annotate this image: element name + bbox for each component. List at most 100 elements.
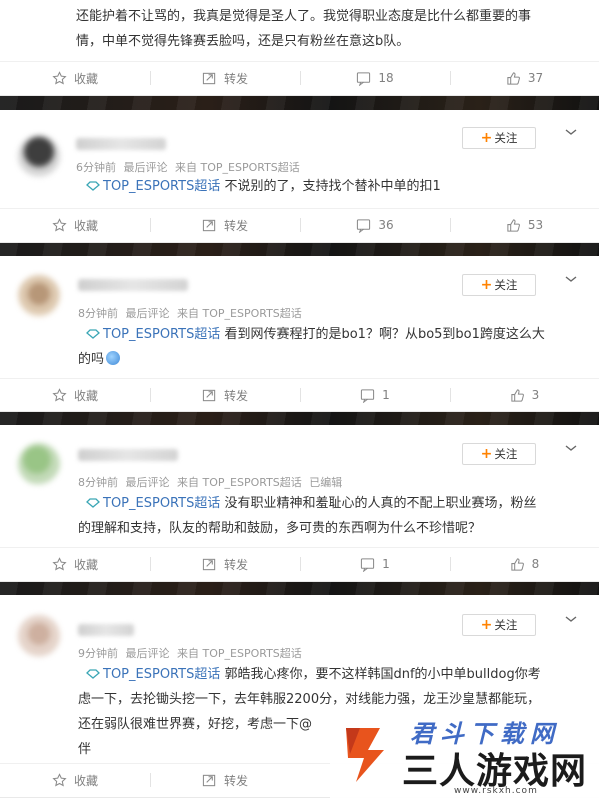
comment-count: 1 (382, 557, 390, 571)
avatar (18, 443, 60, 485)
follow-button[interactable]: + 关注 (462, 127, 536, 149)
post-source[interactable]: 来自 TOP_ESPORTS超话 (177, 476, 302, 489)
follow-label: 关注 (494, 131, 518, 145)
comment-icon (357, 218, 371, 233)
follow-button[interactable]: + 关注 (462, 443, 536, 465)
collect-button[interactable]: 收藏 (0, 763, 150, 797)
post-text-line: 虑一下，去抡锄头挖一下，去年韩服2200分，对线能力强，龙王沙皇慧都能玩， (78, 692, 541, 707)
star-icon (52, 772, 67, 786)
post-text-line: 不说别的了，支持找个替补中单的扣1 (220, 179, 441, 194)
chevron-down-icon[interactable] (564, 125, 578, 139)
emoji-icon (106, 351, 121, 365)
post-meta: 6分钟前 最后评论 来自 TOP_ESPORTS超话 (76, 159, 304, 175)
plus-icon: + (480, 617, 493, 633)
repost-icon (202, 389, 216, 401)
chevron-down-icon[interactable] (564, 612, 578, 626)
post-source[interactable]: 来自 TOP_ESPORTS超话 (177, 647, 302, 660)
post-time: 8分钟前 (78, 476, 118, 489)
post-source[interactable]: 来自 TOP_ESPORTS超话 (175, 161, 300, 174)
repost-icon (202, 72, 216, 84)
username-blurred (76, 138, 166, 150)
comment-count: 1 (382, 388, 390, 402)
plus-icon: + (480, 277, 493, 293)
username-blurred (78, 624, 134, 636)
topic-link[interactable]: TOP_ESPORTS超话 (103, 179, 220, 194)
last-comment-label: 最后评论 (123, 161, 168, 174)
like-count: 3 (531, 388, 540, 402)
topic-link[interactable]: TOP_ESPORTS超话 (103, 667, 220, 682)
collect-button[interactable]: 收藏 (0, 378, 150, 412)
background-strip (0, 243, 599, 256)
collect-button[interactable]: 收藏 (0, 208, 150, 242)
repost-label: 转发 (223, 388, 248, 403)
comment-button[interactable]: 1 (300, 378, 450, 412)
watermark: 君斗下载网 三人游戏网 www.rskxh.com (330, 712, 599, 798)
comment-button[interactable]: 36 (300, 208, 450, 242)
post-meta: 8分钟前 最后评论 来自 TOP_ESPORTS超话 (78, 305, 306, 321)
repost-label: 转发 (223, 773, 248, 788)
star-icon (52, 70, 67, 84)
repost-button[interactable]: 转发 (150, 208, 300, 242)
star-icon (52, 217, 67, 231)
background-strip (0, 96, 599, 110)
collect-button[interactable]: 收藏 (0, 61, 150, 95)
post-text-line: 郭皓我心疼你，要不这样韩国dnf的小中单bulldog你考 (220, 667, 541, 682)
repost-label: 转发 (223, 557, 248, 572)
post-time: 8分钟前 (78, 307, 118, 320)
comment-icon (361, 388, 375, 403)
last-comment-label: 最后评论 (125, 647, 170, 660)
comment-icon (361, 557, 375, 572)
collect-label: 收藏 (73, 557, 98, 572)
star-icon (52, 556, 67, 570)
repost-icon (202, 774, 216, 786)
plus-icon: + (480, 130, 493, 146)
like-button[interactable]: 8 (450, 547, 599, 581)
repost-label: 转发 (223, 71, 248, 86)
follow-label: 关注 (494, 278, 518, 292)
topic-link[interactable]: TOP_ESPORTS超话 (103, 496, 220, 511)
avatar (18, 275, 60, 317)
repost-button[interactable]: 转发 (150, 547, 300, 581)
background-strip (0, 582, 599, 595)
comment-count: 36 (378, 218, 394, 232)
like-button[interactable]: 53 (450, 208, 599, 242)
username-blurred (78, 279, 188, 291)
post-source[interactable]: 来自 TOP_ESPORTS超话 (177, 307, 302, 320)
collect-button[interactable]: 收藏 (0, 547, 150, 581)
post-text-line: 的吗 (78, 352, 105, 367)
comment-button[interactable]: 1 (300, 547, 450, 581)
super-topic-icon (86, 181, 100, 191)
comment-button[interactable]: 18 (300, 61, 450, 95)
post-text-line: 看到网传赛程打的是bo1？啊？从bo5到bo1跨度这么大 (220, 327, 545, 342)
repost-button[interactable]: 转发 (150, 378, 300, 412)
follow-button[interactable]: + 关注 (462, 614, 536, 636)
repost-button[interactable]: 转发 (150, 763, 300, 797)
post-text: TOP_ESPORTS超话 看到网传赛程打的是bo1？啊？从bo5到bo1跨度这… (78, 322, 545, 372)
action-bar: 收藏 转发 1 8 (0, 547, 599, 581)
follow-label: 关注 (494, 618, 518, 632)
like-button[interactable]: 3 (450, 378, 599, 412)
topic-link[interactable]: TOP_ESPORTS超话 (103, 327, 220, 342)
like-count: 53 (527, 218, 544, 232)
post-text: 还能护着不让骂的，我真是觉得是圣人了。我觉得职业态度是比什么都重要的事 情，中单… (76, 4, 531, 54)
post-meta: 9分钟前 最后评论 来自 TOP_ESPORTS超话 (78, 645, 306, 661)
action-bar: 收藏 转发 36 53 (0, 208, 599, 242)
repost-label: 转发 (223, 218, 248, 233)
repost-button[interactable]: 转发 (150, 61, 300, 95)
thumbs-up-icon (511, 557, 524, 571)
post-text-line: 还能护着不让骂的，我真是觉得是圣人了。我觉得职业态度是比什么都重要的事 (76, 9, 532, 24)
post-time: 9分钟前 (78, 647, 118, 660)
chevron-down-icon[interactable] (564, 441, 578, 455)
like-button[interactable]: 37 (450, 61, 599, 95)
collect-label: 收藏 (73, 388, 98, 403)
collect-label: 收藏 (73, 773, 98, 788)
last-comment-label: 最后评论 (125, 476, 170, 489)
plus-icon: + (480, 446, 493, 462)
action-bar: 收藏 转发 18 37 (0, 61, 599, 95)
comment-count: 18 (378, 71, 394, 85)
post-text-line: 情，中单不觉得先锋赛丢脸吗，还是只有粉丝在意这b队。 (76, 34, 410, 49)
follow-button[interactable]: + 关注 (462, 274, 536, 296)
thumbs-up-icon (507, 71, 520, 85)
post-card: 6分钟前 最后评论 来自 TOP_ESPORTS超话 + 关注 TOP_ESPO… (0, 110, 599, 243)
chevron-down-icon[interactable] (564, 272, 578, 286)
